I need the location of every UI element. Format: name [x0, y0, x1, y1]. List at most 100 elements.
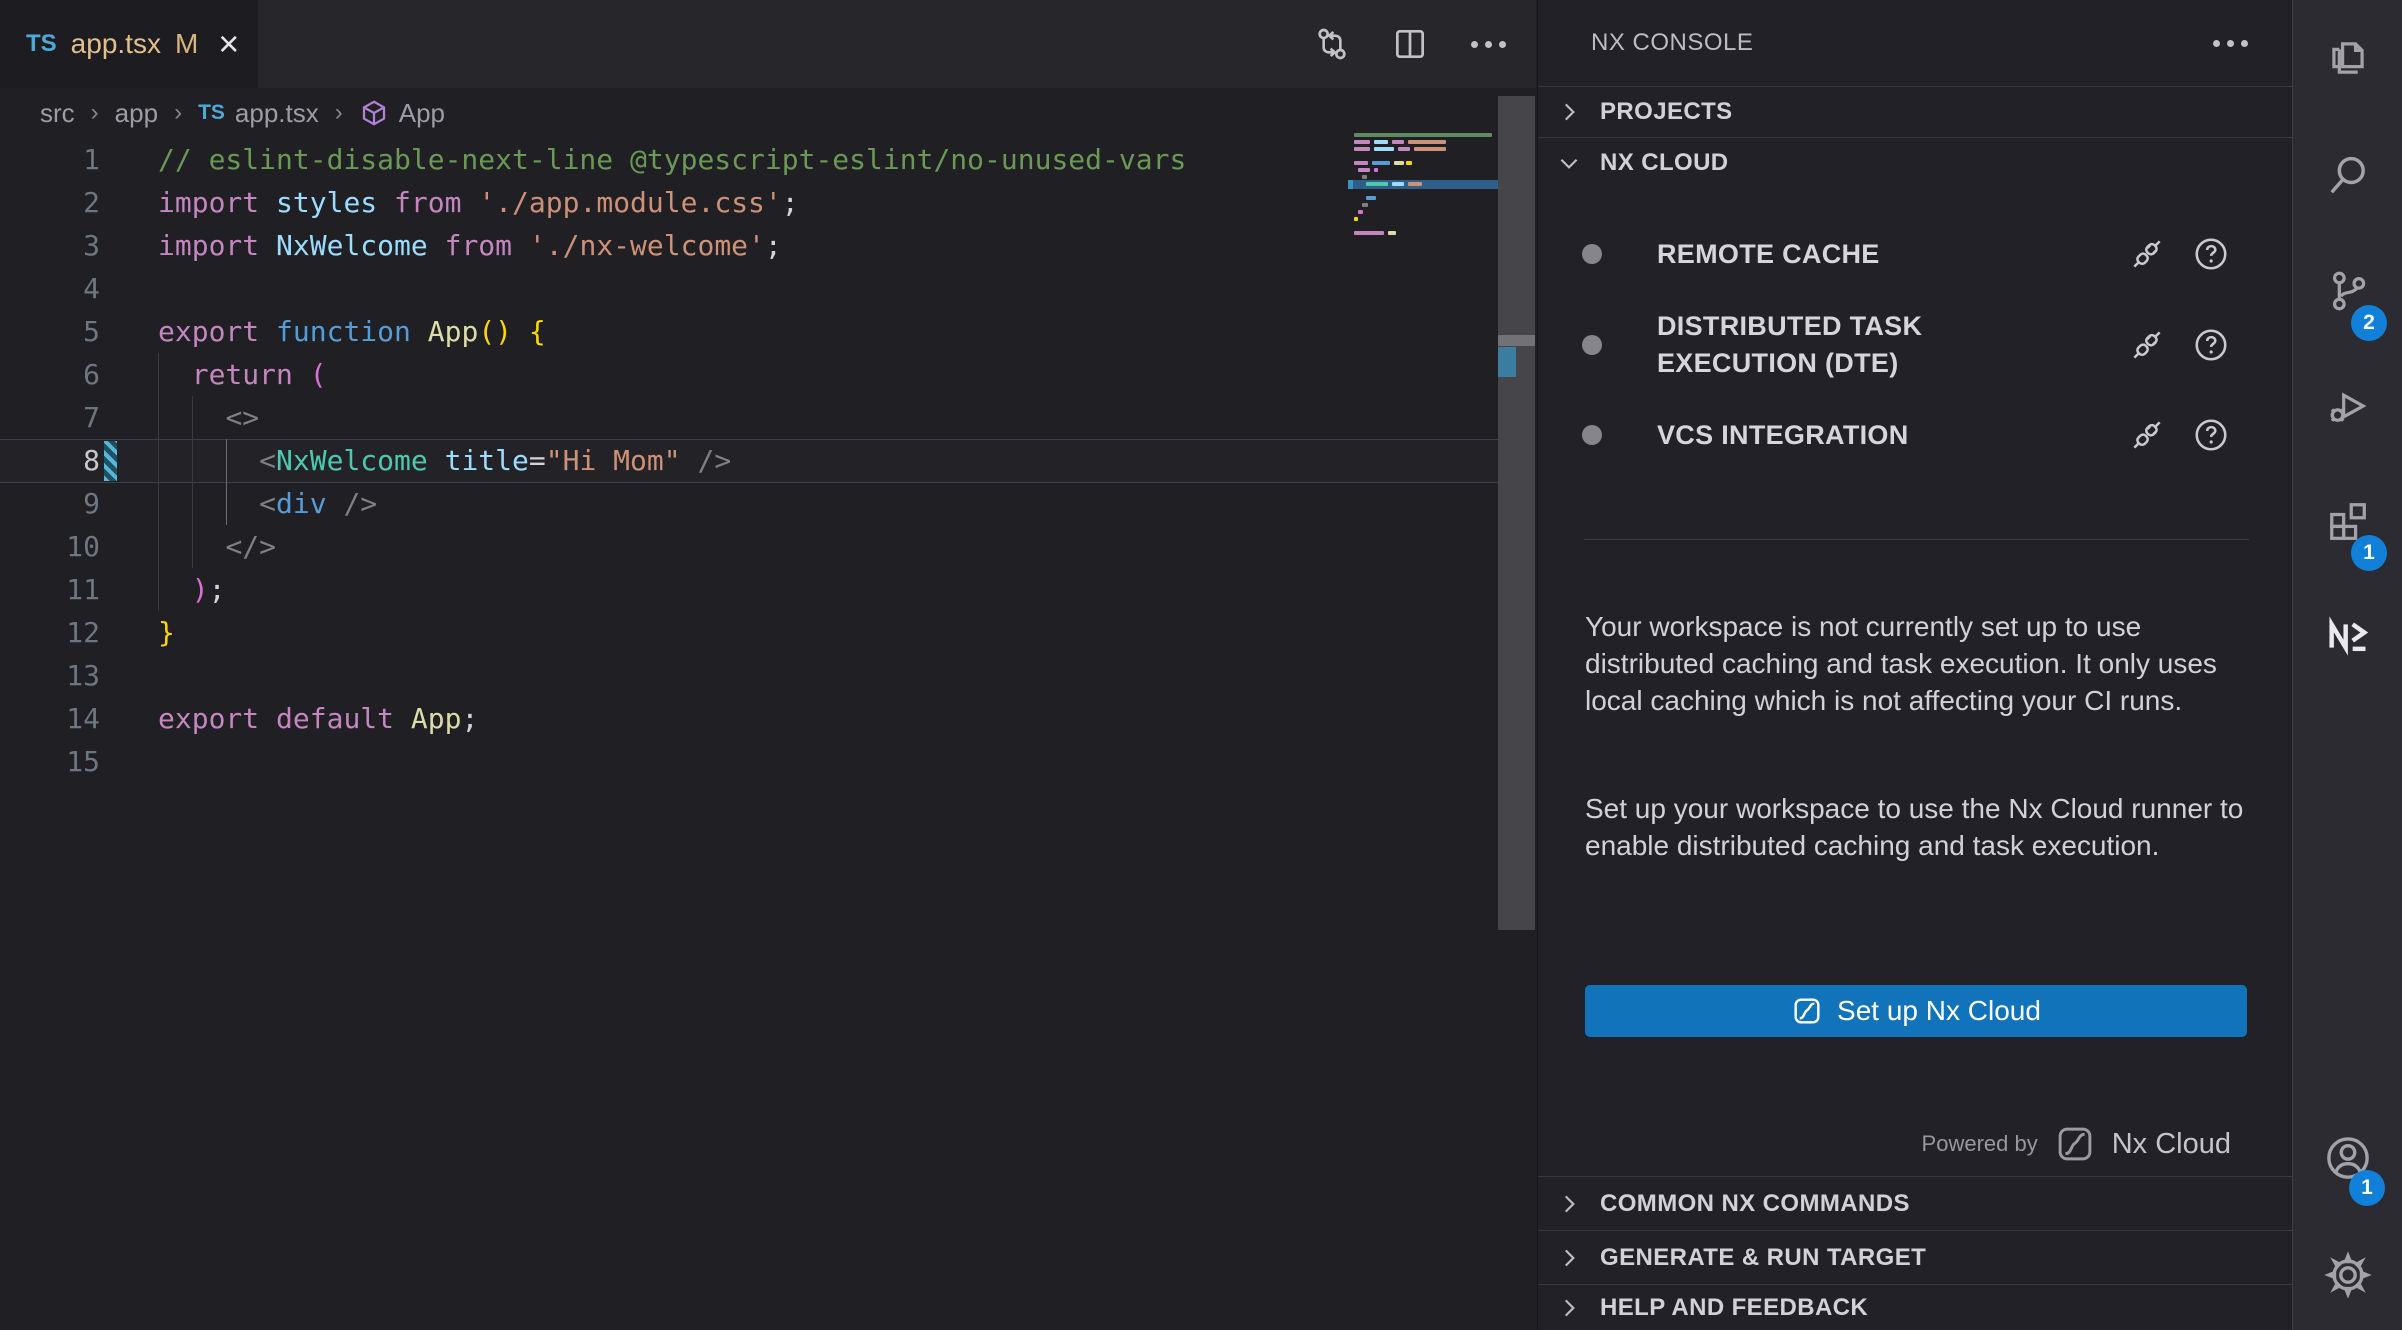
feature-vcs-integration: VCS INTEGRATION — [1538, 409, 2292, 461]
accounts-badge: 1 — [2349, 1170, 2385, 1206]
connect-plug-icon[interactable] — [2128, 416, 2166, 454]
minimap-code-mark — [1408, 182, 1422, 186]
code-line[interactable]: 11 ); — [0, 568, 1348, 611]
editor-scrollbar[interactable] — [1498, 88, 1535, 1330]
line-number: 5 — [0, 310, 100, 353]
section-label: COMMON NX COMMANDS — [1600, 1190, 1910, 1218]
minimap-code-mark — [1354, 140, 1370, 144]
section-label: GENERATE & RUN TARGET — [1600, 1244, 1926, 1272]
code-text: </> — [100, 525, 276, 568]
breadcrumb-separator: › — [174, 99, 182, 127]
breadcrumb: src › app › TS app.tsx › App — [0, 88, 1536, 138]
breadcrumb-app[interactable]: app — [115, 98, 158, 129]
minimap-code-mark — [1366, 196, 1376, 200]
code-line[interactable]: 13 — [0, 654, 1348, 697]
settings-gear-icon[interactable] — [2293, 1225, 2402, 1325]
code-line[interactable]: 5export function App() { — [0, 310, 1348, 353]
close-tab-icon[interactable]: × — [218, 26, 239, 62]
open-changes-icon[interactable] — [1310, 22, 1354, 66]
code-line[interactable]: 2import styles from './app.module.css'; — [0, 181, 1348, 224]
source-control-icon[interactable]: 2 — [2293, 241, 2402, 341]
minimap-code-mark — [1388, 231, 1396, 235]
minimap-code-mark — [1354, 217, 1358, 221]
explorer-icon[interactable] — [2293, 8, 2402, 108]
chevron-right-icon — [1556, 1245, 1582, 1271]
minimap-code-mark — [1374, 147, 1394, 151]
help-question-icon[interactable] — [2192, 235, 2230, 273]
minimap-code-mark — [1358, 210, 1363, 214]
extensions-icon[interactable]: 1 — [2293, 471, 2402, 571]
bullet-icon — [1582, 425, 1602, 445]
minimap[interactable] — [1348, 96, 1498, 1330]
code-text: <NxWelcome title="Hi Mom" /> — [100, 439, 731, 482]
editor-toolbar — [1310, 0, 1510, 88]
typescript-file-icon: TS — [26, 30, 57, 58]
code-line[interactable]: 7 <> — [0, 396, 1348, 439]
code-line[interactable]: 14export default App; — [0, 697, 1348, 740]
code-line[interactable]: 15 — [0, 740, 1348, 783]
section-projects[interactable]: PROJECTS — [1538, 86, 2292, 137]
line-number: 12 — [0, 611, 100, 654]
tab-app-tsx[interactable]: TS app.tsx M × — [0, 0, 258, 88]
workspace-status-text: Your workspace is not currently set up t… — [1585, 608, 2257, 719]
chevron-right-icon — [1556, 1295, 1582, 1321]
minimap-code-mark — [1354, 161, 1368, 165]
scrollbar-slider[interactable] — [1498, 96, 1535, 930]
section-help-and-feedback[interactable]: HELP AND FEEDBACK — [1538, 1284, 2292, 1330]
code-line[interactable]: 1// eslint-disable-next-line @typescript… — [0, 138, 1348, 181]
minimap-code-mark — [1394, 161, 1404, 165]
code-line[interactable]: 4 — [0, 267, 1348, 310]
minimap-code-mark — [1362, 175, 1367, 179]
help-question-icon[interactable] — [2192, 416, 2230, 454]
line-number: 6 — [0, 353, 100, 396]
minimap-code-mark — [1354, 231, 1384, 235]
minimap-code-mark — [1358, 168, 1370, 172]
minimap-code-mark — [1372, 161, 1390, 165]
code-text: <div /> — [100, 482, 377, 525]
powered-by: Powered by Nx Cloud — [1922, 1118, 2231, 1170]
line-number: 15 — [0, 740, 100, 783]
breadcrumb-separator: › — [91, 99, 99, 127]
editor-region: TS app.tsx M × src › — [0, 0, 1536, 1330]
code-text — [100, 654, 158, 697]
extensions-badge: 1 — [2351, 535, 2387, 571]
feature-label: VCS INTEGRATION — [1657, 417, 2017, 454]
section-label: HELP AND FEEDBACK — [1600, 1294, 1868, 1322]
minimap-code-mark — [1408, 140, 1446, 144]
code-text: } — [100, 611, 175, 654]
nx-console-panel: NX CONSOLE PROJECTS NX CLOUD REMOTE CACH… — [1537, 0, 2291, 1330]
line-number: 9 — [0, 482, 100, 525]
code-editor[interactable]: 1// eslint-disable-next-line @typescript… — [0, 138, 1348, 783]
setup-hint-text: Set up your workspace to use the Nx Clou… — [1585, 790, 2257, 864]
panel-header: NX CONSOLE — [1538, 0, 2292, 86]
connect-plug-icon[interactable] — [2128, 235, 2166, 273]
code-text: export function App() { — [100, 310, 546, 353]
code-line[interactable]: 9 <div /> — [0, 482, 1348, 525]
connect-plug-icon[interactable] — [2128, 326, 2166, 364]
section-generate-run-target[interactable]: GENERATE & RUN TARGET — [1538, 1230, 2292, 1284]
accounts-icon[interactable]: 1 — [2293, 1108, 2402, 1208]
run-debug-icon[interactable] — [2293, 356, 2402, 456]
split-editor-icon[interactable] — [1388, 22, 1432, 66]
search-icon[interactable] — [2293, 126, 2402, 226]
symbol-cube-icon — [359, 98, 389, 128]
code-line[interactable]: 8 <NxWelcome title="Hi Mom" /> — [0, 439, 1348, 482]
line-number: 10 — [0, 525, 100, 568]
nx-console-icon[interactable] — [2293, 586, 2402, 686]
chevron-right-icon — [1556, 1191, 1582, 1217]
help-question-icon[interactable] — [2192, 326, 2230, 364]
breadcrumb-file[interactable]: TS app.tsx — [198, 98, 319, 129]
code-line[interactable]: 10 </> — [0, 525, 1348, 568]
section-common-nx-commands[interactable]: COMMON NX COMMANDS — [1538, 1176, 2292, 1230]
setup-nx-cloud-button[interactable]: Set up Nx Cloud — [1585, 985, 2247, 1037]
chevron-down-icon — [1556, 150, 1582, 176]
code-line[interactable]: 3import NxWelcome from './nx-welcome'; — [0, 224, 1348, 267]
minimap-code-mark — [1398, 147, 1410, 151]
breadcrumb-src[interactable]: src — [40, 98, 75, 129]
code-line[interactable]: 12} — [0, 611, 1348, 654]
more-actions-icon[interactable] — [1466, 22, 1510, 66]
section-nx-cloud[interactable]: NX CLOUD — [1538, 137, 2292, 188]
code-line[interactable]: 6 return ( — [0, 353, 1348, 396]
panel-more-actions-icon[interactable] — [2208, 21, 2252, 65]
breadcrumb-symbol[interactable]: App — [359, 98, 445, 129]
